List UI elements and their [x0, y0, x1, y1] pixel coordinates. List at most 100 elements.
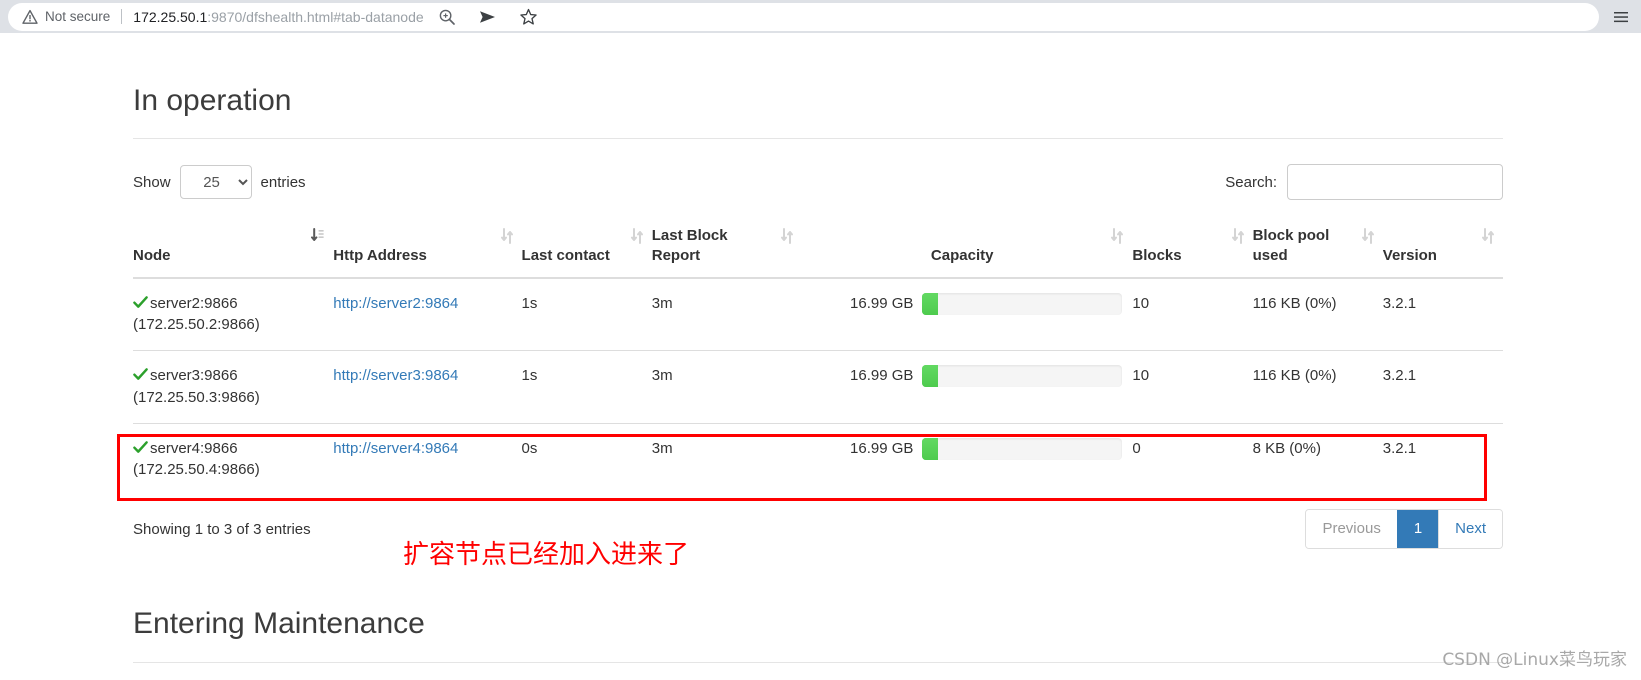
title-divider — [133, 138, 1503, 139]
page-title-entering-maintenance: Entering Maintenance — [133, 607, 425, 640]
table-header: Node Http Address Last contact Last Bloc… — [133, 218, 1503, 279]
url-host: 172.25.50.1 — [133, 8, 208, 25]
url-text: 172.25.50.1:9870/dfshealth.html#tab-data… — [133, 9, 423, 25]
green-check-icon — [133, 295, 148, 308]
pagination-previous[interactable]: Previous — [1306, 510, 1397, 548]
column-header-http-address[interactable]: Http Address — [333, 218, 522, 279]
page-title-in-operation: In operation — [133, 84, 292, 117]
cell-last-contact: 0s — [521, 422, 652, 495]
column-label: Capacity — [930, 247, 994, 265]
browser-toolbar: Not secure 172.25.50.1:9870/dfshealth.ht… — [0, 0, 1641, 33]
capacity-progress-fill — [922, 292, 939, 315]
search-input[interactable] — [1287, 164, 1503, 200]
column-header-block-pool-used[interactable]: Block pool used — [1252, 218, 1383, 279]
cell-capacity: 16.99 GB — [801, 422, 1133, 495]
search-control: Search: — [1225, 164, 1503, 200]
url-path: :9870/dfshealth.html#tab-datanode — [207, 8, 424, 25]
title-divider-2 — [133, 662, 1503, 663]
column-label: Block pool used — [1252, 227, 1330, 265]
annotation-note-text: 扩容节点已经加入进来了 — [403, 540, 690, 570]
cell-version: 3.2.1 — [1382, 277, 1503, 351]
page-length-control: Show 25 entries — [133, 165, 306, 199]
capacity-progress-bar — [922, 292, 1123, 315]
send-icon[interactable] — [478, 8, 497, 26]
capacity-progress-bar — [922, 437, 1123, 460]
capacity-progress-bar — [922, 365, 1123, 387]
datatable-footer: Showing 1 to 3 of 3 entries Previous 1 N… — [133, 509, 1503, 549]
page-length-select[interactable]: 25 — [179, 165, 252, 199]
cell-http-address: http://server4:9864 — [333, 422, 522, 495]
sort-descending-icon — [311, 228, 324, 241]
sort-both-icon — [1231, 228, 1244, 244]
capacity-progress-fill — [922, 365, 939, 387]
column-header-blocks[interactable]: Blocks — [1132, 218, 1253, 279]
table-header-row: Node Http Address Last contact Last Bloc… — [133, 218, 1503, 279]
address-bar[interactable]: Not secure 172.25.50.1:9870/dfshealth.ht… — [8, 2, 1599, 31]
cell-last-block-report: 3m — [651, 422, 802, 495]
cell-node: server3:9866 (172.25.50.3:9866) — [133, 350, 334, 423]
green-check-icon — [133, 368, 148, 380]
cell-block-pool-used: 116 KB (0%) — [1252, 277, 1383, 351]
zoom-in-icon[interactable] — [438, 8, 456, 26]
not-secure-warning-icon — [22, 9, 38, 24]
table-body: server2:9866 (172.25.50.2:9866) http://s… — [133, 277, 1503, 495]
sort-both-icon — [630, 228, 643, 244]
column-header-node[interactable]: Node — [133, 218, 334, 279]
entries-label: entries — [260, 173, 306, 191]
sort-both-icon — [1361, 228, 1374, 244]
datanodes-table: Node Http Address Last contact Last Bloc… — [133, 218, 1503, 495]
cell-http-address: http://server3:9864 — [333, 350, 522, 423]
cell-node: server2:9866 (172.25.50.2:9866) — [133, 277, 334, 351]
column-header-version[interactable]: Version — [1382, 218, 1503, 279]
show-label: Show — [133, 173, 171, 191]
cell-last-contact: 1s — [521, 277, 652, 351]
column-label: Http Address — [333, 247, 427, 265]
cell-http-address: http://server2:9864 — [333, 277, 522, 351]
omnibox-divider — [121, 9, 123, 24]
column-header-last-contact[interactable]: Last contact — [521, 218, 652, 279]
datatable-controls: Show 25 entries Search: — [133, 163, 1503, 201]
column-label: Node — [133, 247, 171, 265]
http-address-link[interactable]: http://server3:9864 — [333, 367, 458, 384]
cell-last-block-report: 3m — [651, 350, 802, 423]
cell-block-pool-used: 116 KB (0%) — [1252, 350, 1383, 423]
capacity-text: 16.99 GB — [850, 294, 914, 312]
sort-both-icon — [500, 228, 513, 244]
showing-entries-info: Showing 1 to 3 of 3 entries — [133, 520, 311, 538]
pagination: Previous 1 Next — [1305, 509, 1503, 549]
watermark-text: CSDN @Linux菜鸟玩家 — [1442, 650, 1627, 670]
table-row: server4:9866 (172.25.50.4:9866) http://s… — [133, 422, 1503, 495]
sort-both-icon — [1482, 228, 1494, 244]
node-name: server4:9866 — [150, 439, 238, 457]
column-label: Last Block Report — [651, 227, 728, 265]
table-row: server3:9866 (172.25.50.3:9866) http://s… — [133, 350, 1503, 423]
capacity-text: 16.99 GB — [850, 367, 914, 385]
cell-capacity: 16.99 GB — [801, 350, 1133, 423]
search-label: Search: — [1225, 173, 1277, 191]
node-name: server3:9866 — [150, 367, 238, 384]
column-header-last-block-report[interactable]: Last Block Report — [651, 218, 802, 279]
cell-last-block-report: 3m — [651, 277, 802, 351]
browser-menu-icon[interactable] — [1613, 9, 1629, 25]
column-header-capacity[interactable]: Capacity — [801, 218, 1133, 279]
pagination-page-1[interactable]: 1 — [1396, 510, 1439, 548]
bookmark-star-icon[interactable] — [519, 8, 538, 26]
cell-capacity: 16.99 GB — [801, 277, 1133, 351]
page-content: In operation Show 25 entries Search: Nod… — [0, 33, 1641, 680]
security-status-label: Not secure — [45, 9, 111, 24]
pagination-next[interactable]: Next — [1438, 510, 1502, 548]
http-address-link[interactable]: http://server2:9864 — [333, 295, 458, 312]
capacity-progress-fill — [922, 437, 939, 460]
http-address-link[interactable]: http://server4:9864 — [333, 440, 458, 457]
green-check-icon — [133, 440, 148, 453]
cell-last-contact: 1s — [521, 350, 652, 423]
cell-version: 3.2.1 — [1382, 422, 1503, 495]
column-label: Blocks — [1132, 247, 1182, 265]
cell-blocks: 10 — [1132, 350, 1253, 423]
node-ip-address: (172.25.50.2:9866) — [133, 316, 260, 334]
column-label: Last contact — [521, 247, 610, 265]
table-row: server2:9866 (172.25.50.2:9866) http://s… — [133, 277, 1503, 351]
cell-blocks: 10 — [1132, 277, 1253, 351]
sort-both-icon — [1111, 228, 1124, 244]
node-name: server2:9866 — [150, 294, 238, 312]
